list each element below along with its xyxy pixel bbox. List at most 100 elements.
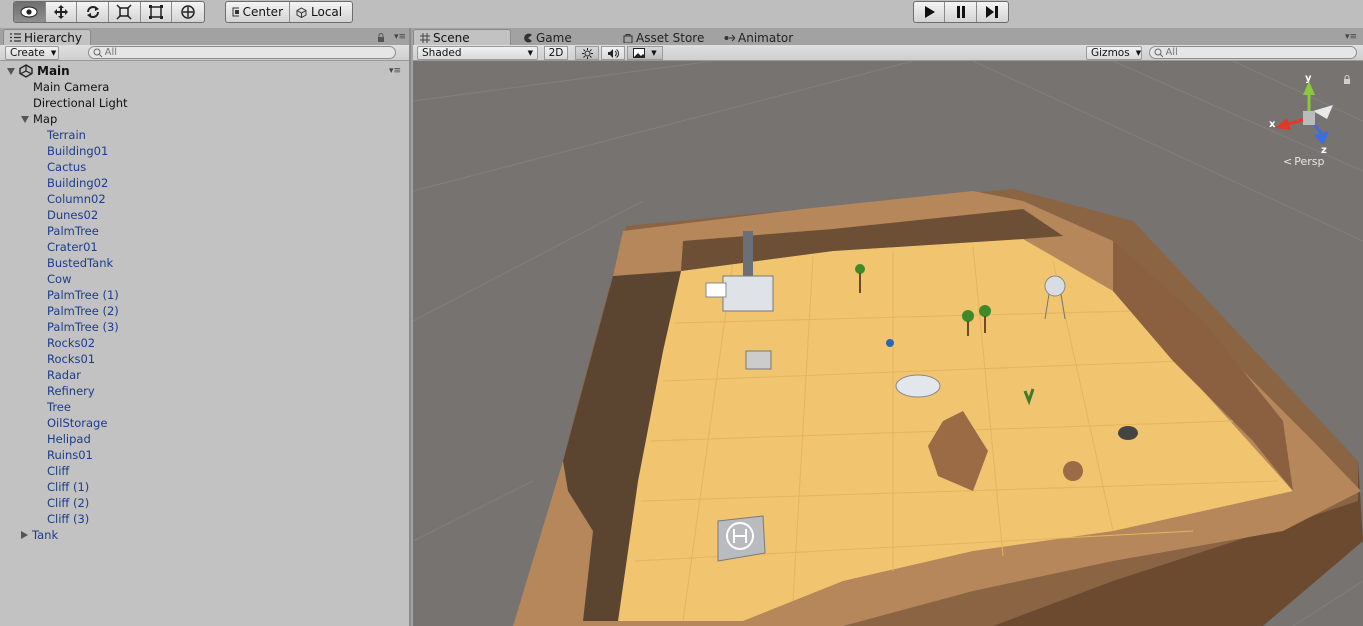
list-item[interactable]: Cliff (1) <box>47 479 89 495</box>
rect-tool-button[interactable] <box>141 2 173 22</box>
tab-asset-store[interactable]: Asset Store <box>616 29 713 45</box>
hierarchy-tabstrip: Hierarchy ▾≡ <box>0 28 409 45</box>
hierarchy-search[interactable] <box>88 46 396 59</box>
list-item[interactable]: Building02 <box>47 175 108 191</box>
lock-icon[interactable] <box>377 33 385 42</box>
expand-arrow-icon[interactable] <box>7 67 15 75</box>
list-item[interactable]: Cliff <box>47 463 69 479</box>
hierarchy-tab-label: Hierarchy <box>23 30 82 45</box>
create-dropdown[interactable]: Create ▼ <box>5 46 59 60</box>
list-item[interactable]: Cactus <box>47 159 86 175</box>
lighting-toggle-button[interactable] <box>575 46 599 60</box>
list-item[interactable]: Radar <box>47 367 81 383</box>
play-button[interactable] <box>914 2 946 22</box>
list-item[interactable]: Column02 <box>47 191 106 207</box>
list-item[interactable]: OilStorage <box>47 415 107 431</box>
chevron-down-icon: ▼ <box>651 49 657 57</box>
gizmos-dropdown[interactable]: Gizmos ▼ <box>1086 46 1142 60</box>
gizmo-icon <box>1275 81 1333 145</box>
tab-label: Scene <box>433 30 470 45</box>
list-item[interactable]: Cliff (2) <box>47 495 89 511</box>
list-item[interactable]: Main Camera <box>33 79 109 95</box>
list-item[interactable]: Tree <box>47 399 71 415</box>
gizmos-label: Gizmos <box>1091 47 1130 59</box>
item-label: PalmTree <box>47 224 99 238</box>
collapse-arrow-icon[interactable] <box>21 531 28 539</box>
list-item[interactable]: Ruins01 <box>47 447 93 463</box>
unity-logo-icon <box>19 64 33 78</box>
scene-viewport[interactable]: y x z < Persp <box>413 61 1363 626</box>
list-item[interactable]: BustedTank <box>47 255 113 271</box>
tab-game[interactable]: Game <box>516 29 581 45</box>
transform-tool-button[interactable] <box>172 2 204 22</box>
list-item[interactable]: PalmTree (3) <box>47 319 119 335</box>
list-item[interactable]: Cliff (3) <box>47 511 89 527</box>
pivot-label: Center <box>242 5 283 19</box>
expand-arrow-icon[interactable] <box>21 115 29 123</box>
pivot-center-button[interactable]: Center <box>226 2 290 22</box>
list-item[interactable]: PalmTree <box>47 223 99 239</box>
pause-button[interactable] <box>945 2 977 22</box>
scene-toolbar: Shaded ▼ 2D ▼ Gizmos ▼ <box>413 45 1363 61</box>
scene-row-main[interactable]: Main ▾≡ <box>7 63 409 79</box>
step-button[interactable] <box>977 2 1008 22</box>
view-tool-button[interactable] <box>14 2 46 22</box>
list-item[interactable]: Crater01 <box>47 239 98 255</box>
item-label: Column02 <box>47 192 106 206</box>
list-icon <box>10 33 21 42</box>
list-item[interactable]: Terrain <box>47 127 86 143</box>
tab-hierarchy[interactable]: Hierarchy <box>3 29 91 45</box>
scene-panel-menu-icon[interactable]: ▾≡ <box>1345 32 1357 42</box>
list-item[interactable]: Helipad <box>47 431 91 447</box>
list-item[interactable]: Directional Light <box>33 95 128 111</box>
item-label: Main Camera <box>33 80 110 94</box>
scene-search[interactable] <box>1149 46 1357 59</box>
list-item[interactable]: PalmTree (1) <box>47 287 119 303</box>
hierarchy-tree: Main ▾≡ Main Camera Directional Light Ma… <box>0 61 409 626</box>
list-item[interactable]: Building01 <box>47 143 108 159</box>
space-local-button[interactable]: Local <box>290 2 352 22</box>
effects-dropdown[interactable]: ▼ <box>627 46 663 60</box>
speaker-icon <box>608 48 619 58</box>
create-label: Create <box>10 47 45 59</box>
orientation-gizmo[interactable]: y x z <box>1269 73 1349 163</box>
scene-render <box>413 61 1363 626</box>
toggle-2d-button[interactable]: 2D <box>544 46 568 60</box>
chevron-left-icon: < <box>1283 155 1293 168</box>
rotate-tool-button[interactable] <box>77 2 110 22</box>
item-label: Dunes02 <box>47 208 99 222</box>
item-label: Building02 <box>47 176 109 190</box>
item-label: Terrain <box>47 128 86 142</box>
list-item[interactable]: Cow <box>47 271 71 287</box>
chevron-down-icon: ▼ <box>527 49 533 57</box>
step-icon <box>986 6 999 18</box>
transform-icon <box>181 5 195 19</box>
scene-menu-icon[interactable]: ▾≡ <box>389 66 401 76</box>
lock-icon[interactable] <box>1343 75 1351 84</box>
hierarchy-menu-icon[interactable]: ▾≡ <box>394 32 406 42</box>
tab-animator[interactable]: Animator <box>717 29 802 45</box>
pause-icon <box>956 6 965 18</box>
scene-name: Main <box>37 64 70 78</box>
pacman-icon <box>524 33 532 42</box>
scene-tabstrip: Scene Game Asset Store Animator ▾≡ <box>413 28 1363 45</box>
list-item[interactable]: Map <box>21 111 57 127</box>
list-item[interactable]: Dunes02 <box>47 207 98 223</box>
move-tool-button[interactable] <box>46 2 78 22</box>
tab-scene[interactable]: Scene <box>413 29 511 45</box>
shading-mode-dropdown[interactable]: Shaded ▼ <box>417 46 538 60</box>
list-item[interactable]: Refinery <box>47 383 95 399</box>
list-item[interactable]: Tank <box>21 527 58 543</box>
hierarchy-search-input[interactable] <box>104 47 395 58</box>
item-label: Building01 <box>47 144 109 158</box>
projection-toggle[interactable]: < Persp <box>1283 155 1324 168</box>
pivot-icon <box>232 7 239 17</box>
audio-toggle-button[interactable] <box>601 46 625 60</box>
list-item[interactable]: Rocks01 <box>47 351 95 367</box>
image-icon <box>633 48 646 58</box>
item-label: Tank <box>32 528 59 542</box>
list-item[interactable]: PalmTree (2) <box>47 303 119 319</box>
scale-tool-button[interactable] <box>109 2 141 22</box>
scene-search-input[interactable] <box>1165 47 1356 58</box>
list-item[interactable]: Rocks02 <box>47 335 95 351</box>
